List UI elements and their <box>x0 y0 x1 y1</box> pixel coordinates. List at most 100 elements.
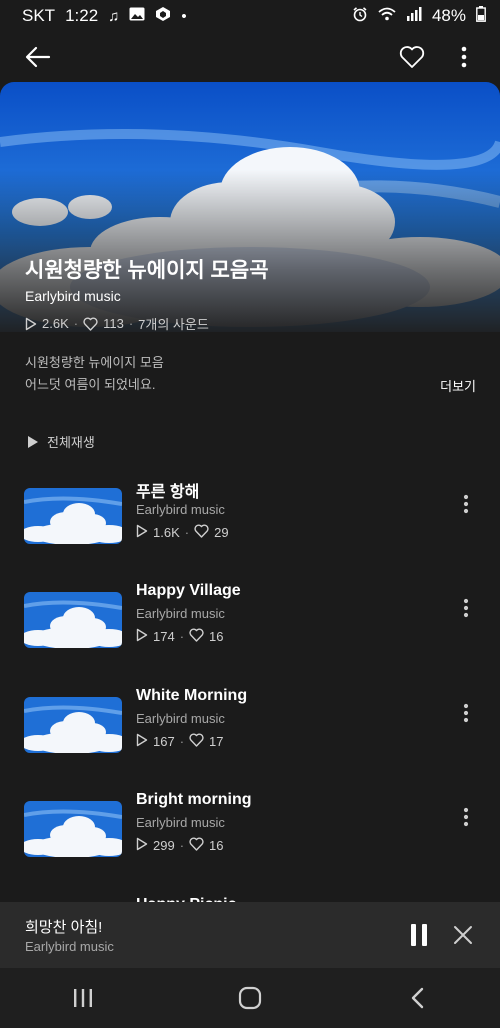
track-thumbnail <box>24 592 122 648</box>
recent-apps-button[interactable] <box>53 976 113 1020</box>
track-artist: Earlybird music <box>136 502 225 517</box>
wifi-icon <box>378 6 396 26</box>
separator-dot: · <box>128 316 134 331</box>
track-like-count: 29 <box>214 525 229 540</box>
top-bar-actions <box>394 39 482 75</box>
track-like-count: 17 <box>209 734 224 749</box>
status-time: 1:22 <box>65 6 99 25</box>
like-button[interactable] <box>394 39 430 75</box>
now-playing-title: 희망찬 아침! <box>25 919 103 936</box>
more-button[interactable]: 더보기 <box>440 376 476 395</box>
play-count-icon <box>136 524 148 541</box>
track-stats: 174 · 16 <box>136 628 224 645</box>
like-count-icon <box>189 837 204 854</box>
more-vert-icon <box>461 46 467 68</box>
system-nav-bar <box>0 968 500 1028</box>
nav-back-button[interactable] <box>387 976 447 1020</box>
track-thumbnail <box>24 488 122 544</box>
track-item[interactable]: Happy Village Earlybird music 174 · 16 <box>0 578 500 658</box>
more-vert-icon <box>463 703 469 728</box>
more-vert-icon <box>463 598 469 623</box>
status-bar: SKT 1:22 ♫ • 48% <box>0 0 500 32</box>
mini-player[interactable]: 희망찬 아침! Earlybird music <box>0 902 500 968</box>
track-title: Bright morning <box>136 791 252 808</box>
description-line: 시원청량한 뉴에이지 모음 <box>25 355 164 370</box>
track-title: White Morning <box>136 687 248 704</box>
description-line: 어느덧 여름이 되었네요. <box>25 377 156 392</box>
track-play-count: 167 <box>153 734 175 749</box>
track-like-count: 16 <box>209 838 224 853</box>
play-all-label: 전체재생 <box>47 435 95 450</box>
pause-icon <box>411 924 427 946</box>
track-thumbnail <box>24 801 122 857</box>
status-bar-right: 48% <box>352 5 486 27</box>
track-item[interactable]: Bright morning Earlybird music 299 · 16 <box>0 787 500 867</box>
more-vert-icon <box>463 807 469 832</box>
track-title: 푸른 항해 <box>136 484 200 501</box>
back-icon <box>411 987 423 1009</box>
track-stats: 1.6K · 29 <box>136 524 229 541</box>
like-count-icon <box>189 628 204 645</box>
track-more-button[interactable] <box>452 596 480 624</box>
track-artist: Earlybird music <box>136 606 225 621</box>
carrier-label: SKT <box>22 6 56 25</box>
status-bar-left: SKT 1:22 ♫ • <box>22 6 187 26</box>
track-more-button[interactable] <box>452 805 480 833</box>
heart-outline-icon <box>399 46 425 68</box>
track-item[interactable]: White Morning Earlybird music 167 · 17 <box>0 683 500 763</box>
back-button[interactable] <box>20 39 56 75</box>
battery-icon <box>476 5 486 27</box>
top-app-bar <box>0 32 500 82</box>
track-count: 7개의 사운드 <box>138 317 209 332</box>
track-play-count: 1.6K <box>153 525 180 540</box>
play-count: 2.6K <box>42 316 69 331</box>
play-count-icon <box>25 317 37 330</box>
playlist-stats: 2.6K · 113 · 7개의 사운드 <box>25 314 209 332</box>
track-more-button[interactable] <box>452 701 480 729</box>
home-button[interactable] <box>220 976 280 1020</box>
play-all-button[interactable]: 전체재생 <box>27 432 95 451</box>
alarm-icon <box>352 6 368 27</box>
track-artist: Earlybird music <box>136 815 225 830</box>
track-more-button[interactable] <box>452 492 480 520</box>
track-play-count: 174 <box>153 629 175 644</box>
track-thumbnail <box>24 697 122 753</box>
like-count-icon <box>194 524 209 541</box>
track-artist: Earlybird music <box>136 711 225 726</box>
separator-dot: · <box>179 629 185 644</box>
playlist-artist[interactable]: Earlybird music <box>25 288 121 304</box>
track-stats: 299 · 16 <box>136 837 224 854</box>
like-count: 113 <box>103 316 124 331</box>
arrow-left-icon <box>25 46 51 68</box>
playlist-title: 시원청량한 뉴에이지 모음곡 <box>25 259 269 282</box>
signal-icon <box>406 6 422 26</box>
close-icon <box>454 926 472 944</box>
pause-button[interactable] <box>404 919 434 951</box>
like-count-icon <box>83 317 98 331</box>
playlist-description: 시원청량한 뉴에이지 모음 어느덧 여름이 되었네요. <box>25 352 164 396</box>
like-count-icon <box>189 733 204 750</box>
recent-apps-icon <box>74 989 93 1007</box>
play-icon <box>28 435 38 448</box>
track-title: Happy Village <box>136 582 241 599</box>
track-stats: 167 · 17 <box>136 733 224 750</box>
home-icon <box>238 986 262 1010</box>
separator-dot: · <box>179 734 185 749</box>
dot-icon: • <box>181 7 187 25</box>
music-note-icon: ♫ <box>108 7 120 25</box>
track-item[interactable]: 푸른 항해 Earlybird music 1.6K · 29 <box>0 474 500 554</box>
separator-dot: · <box>73 316 79 331</box>
image-icon <box>129 7 145 25</box>
track-like-count: 16 <box>209 629 224 644</box>
app-icon <box>155 6 171 26</box>
play-count-icon <box>136 837 148 854</box>
play-count-icon <box>136 733 148 750</box>
now-playing-artist: Earlybird music <box>25 939 114 954</box>
battery-level: 48% <box>431 6 466 25</box>
track-play-count: 299 <box>153 838 175 853</box>
more-vert-icon <box>463 494 469 519</box>
separator-dot: · <box>179 838 185 853</box>
separator-dot: · <box>184 525 190 540</box>
more-options-button[interactable] <box>446 39 482 75</box>
close-player-button[interactable] <box>448 919 478 951</box>
